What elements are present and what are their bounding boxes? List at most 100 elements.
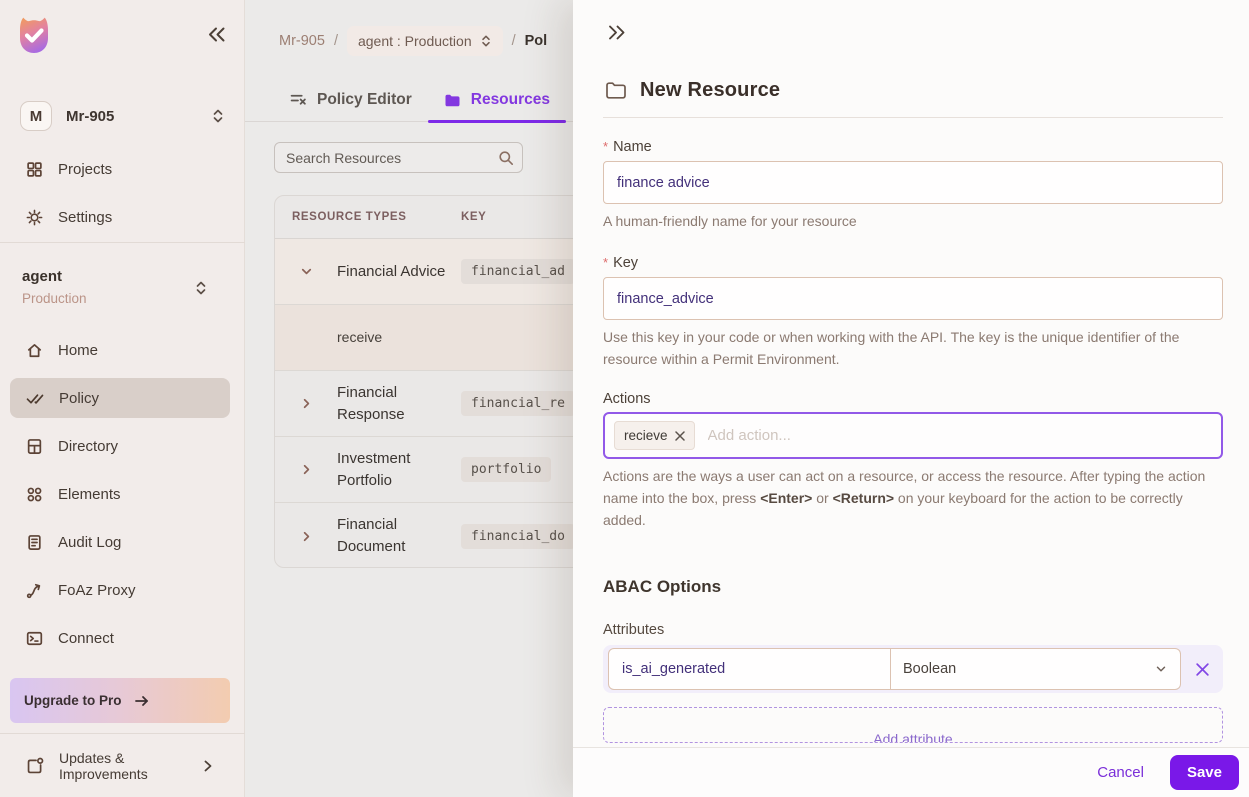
cancel-button[interactable]: Cancel: [1097, 764, 1144, 781]
drawer-footer: Cancel Save: [573, 747, 1249, 797]
sidebar-collapse-button[interactable]: [207, 26, 226, 43]
sidebar-item-policy[interactable]: Policy: [10, 378, 230, 418]
tab-policy-editor[interactable]: Policy Editor: [274, 78, 428, 122]
upgrade-label: Upgrade to Pro: [24, 693, 122, 708]
action-tag: recieve: [614, 421, 695, 450]
sidebar-item-home[interactable]: Home: [10, 330, 230, 370]
sidebar-item-connect[interactable]: Connect: [10, 618, 230, 658]
sidebar-item-projects[interactable]: Projects: [10, 149, 230, 189]
chevron-updown-icon: [194, 280, 208, 296]
chevron-right-icon[interactable]: [275, 396, 337, 411]
column-header-key: KEY: [461, 211, 487, 223]
abac-options-heading: ABAC Options: [603, 577, 722, 596]
drawer-title: New Resource: [640, 79, 781, 101]
required-marker: *: [603, 255, 609, 270]
chevrons-left-icon: [207, 26, 226, 43]
resource-name: Financial Response: [337, 383, 405, 423]
sidebar-item-label: Elements: [58, 485, 121, 503]
key-input[interactable]: [603, 277, 1223, 320]
folder-icon: [444, 93, 461, 108]
double-check-icon: [26, 391, 44, 406]
sidebar-item-updates[interactable]: Updates & Improvements: [10, 742, 230, 790]
chevron-updown-icon: [211, 108, 225, 124]
upgrade-to-pro-button[interactable]: Upgrade to Pro: [10, 678, 230, 723]
name-input[interactable]: [603, 161, 1223, 204]
action-tag-label: recieve: [624, 428, 668, 443]
gear-icon: [26, 209, 43, 226]
chevrons-right-icon: [607, 24, 627, 41]
resource-name: Financial Advice: [337, 262, 446, 280]
terminal-icon: [26, 630, 43, 647]
resource-key-badge: financial_re: [461, 391, 575, 416]
actions-tag-input[interactable]: recieve: [603, 412, 1223, 459]
chevron-right-icon[interactable]: [275, 462, 337, 477]
sidebar-divider: [0, 242, 245, 243]
search-input[interactable]: [274, 142, 523, 173]
breadcrumb-env-selector[interactable]: agent : Production: [346, 26, 503, 56]
attribute-name-input[interactable]: [608, 648, 891, 690]
sidebar-item-elements[interactable]: Elements: [10, 474, 230, 514]
attribute-type-select[interactable]: Boolean: [891, 648, 1181, 690]
project-name: agent: [22, 268, 63, 285]
app-logo-icon: [14, 15, 54, 56]
chevron-right-icon: [202, 759, 214, 773]
search-icon: [498, 150, 514, 166]
add-action-input[interactable]: [707, 427, 1212, 444]
sidebar-item-label: Connect: [58, 629, 114, 647]
updates-label: Updates & Improvements: [59, 749, 148, 782]
breadcrumb-page: Pol: [524, 33, 548, 49]
tabs: Policy Editor Resources: [274, 78, 567, 123]
return-key-label: <Return>: [832, 490, 895, 506]
directory-icon: [26, 438, 43, 455]
sidebar-item-label: Policy: [59, 389, 100, 407]
policy-editor-icon: [290, 92, 307, 108]
actions-field-label: Actions: [603, 391, 651, 407]
chevron-right-icon[interactable]: [275, 529, 337, 544]
sidebar-item-label: Settings: [58, 208, 113, 226]
breadcrumb-env-label: agent : Production: [357, 33, 472, 49]
sidebar-item-directory[interactable]: Directory: [10, 426, 230, 466]
breadcrumb-separator: /: [511, 33, 516, 49]
resource-key-badge: portfolio: [461, 457, 552, 482]
sidebar-item-audit-log[interactable]: Audit Log: [10, 522, 230, 562]
resource-key-badge: financial_do: [461, 523, 575, 549]
tab-resources[interactable]: Resources: [427, 78, 567, 123]
chevron-down-icon: [1154, 662, 1168, 676]
remove-attribute-button[interactable]: [1181, 648, 1223, 690]
attributes-label: Attributes: [603, 622, 665, 638]
close-icon: [1195, 662, 1210, 677]
breadcrumb-separator: /: [333, 33, 338, 49]
grid-icon: [26, 161, 43, 178]
sidebar-item-label: FoAz Proxy: [58, 581, 136, 599]
folder-outline-icon: [605, 81, 627, 100]
breadcrumb-org[interactable]: Mr-905: [279, 33, 325, 49]
action-name: receive: [337, 329, 383, 346]
attribute-type-value: Boolean: [903, 661, 957, 677]
resource-name: Financial Document: [337, 516, 406, 555]
save-button[interactable]: Save: [1169, 755, 1239, 790]
sidebar-item-settings[interactable]: Settings: [10, 197, 230, 237]
actions-helper-text: Actions are the ways a user can act on a…: [603, 468, 1206, 528]
log-document-icon: [26, 534, 43, 551]
attribute-row: Boolean: [603, 645, 1223, 693]
tab-label: Policy Editor: [317, 91, 412, 108]
sidebar-item-foaz-proxy[interactable]: FoAz Proxy: [10, 570, 230, 610]
add-attribute-button[interactable]: Add attribute: [603, 707, 1223, 743]
drawer-header-divider: [603, 117, 1223, 118]
chevron-updown-icon: [480, 34, 492, 48]
route-icon: [26, 582, 43, 599]
resource-name: Investment Portfolio: [337, 449, 411, 489]
home-icon: [26, 342, 43, 359]
environment-switcher[interactable]: agent Production: [22, 268, 222, 306]
remove-tag-icon[interactable]: [674, 430, 685, 441]
org-avatar: M: [20, 101, 52, 131]
org-switcher[interactable]: M Mr-905: [20, 100, 225, 132]
name-field-label: * Name: [603, 139, 652, 155]
search-resources: [274, 142, 523, 173]
drawer-collapse-button[interactable]: [607, 24, 627, 41]
chevron-down-icon[interactable]: [275, 264, 337, 279]
org-name: Mr-905: [66, 107, 115, 125]
circles-grid-icon: [26, 486, 43, 503]
name-helper-text: A human-friendly name for your resource: [603, 213, 857, 229]
required-marker: *: [603, 139, 609, 154]
